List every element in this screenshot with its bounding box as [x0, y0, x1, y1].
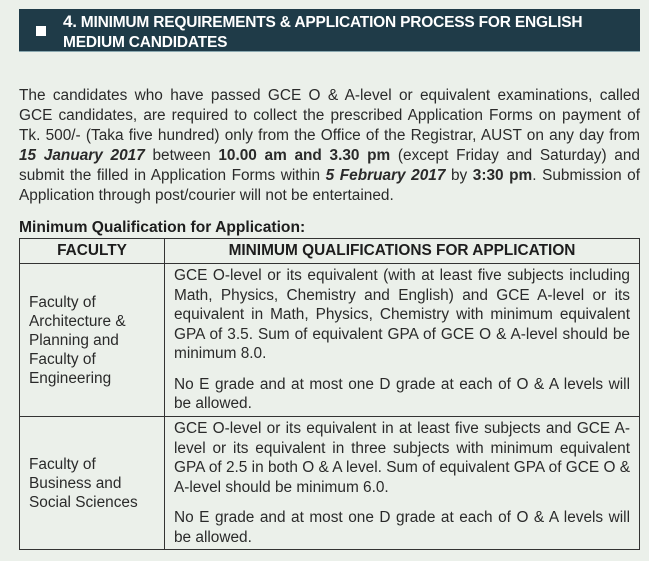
faculty-line: Faculty of [29, 293, 96, 311]
qualification-table: FACULTY MINIMUM QUALIFICATIONS FOR APPLI… [19, 238, 640, 550]
requirement-text: GCE O-level or its equivalent in at leas… [174, 420, 630, 496]
qualification-subheading: Minimum Qualification for Application: [19, 219, 306, 236]
section-header: 4. MINIMUM REQUIREMENTS & APPLICATION PRO… [19, 9, 640, 52]
faculty-line: Faculty of [29, 350, 96, 368]
time-range: 10.00 am and 3.30 pm [218, 147, 391, 164]
qualification-column-header: MINIMUM QUALIFICATIONS FOR APPLICATION [164, 238, 640, 264]
requirement-text: GCE O-level or its equivalent (with at l… [174, 267, 630, 363]
intro-text: by [445, 167, 473, 184]
section-title: 4. MINIMUM REQUIREMENTS & APPLICATION PRO… [63, 12, 632, 53]
grade-note: No E grade and at most one D grade at ea… [174, 509, 630, 546]
section-number: 4. [63, 12, 77, 31]
section-title-text: MINIMUM REQUIREMENTS & APPLICATION PROCE… [63, 14, 583, 51]
table-row: Faculty of Architecture & Planning and F… [19, 263, 640, 417]
faculty-line: Planning and [29, 331, 119, 349]
intro-text: between [144, 147, 219, 164]
intro-text: The candidates who have passed GCE O & A… [19, 87, 640, 144]
table-row: Faculty of Business and Social Sciences … [19, 416, 640, 550]
start-date: 15 January 2017 [19, 147, 145, 164]
faculty-line: Architecture & [29, 312, 126, 330]
qualification-cell: GCE O-level or its equivalent in at leas… [164, 416, 640, 550]
faculty-cell: Faculty of Business and Social Sciences [19, 416, 165, 550]
intro-paragraph: The candidates who have passed GCE O & A… [19, 86, 640, 206]
table-header-row: FACULTY MINIMUM QUALIFICATIONS FOR APPLI… [19, 238, 640, 264]
qualification-cell: GCE O-level or its equivalent (with at l… [164, 263, 640, 417]
grade-note: No E grade and at most one D grade at ea… [174, 375, 630, 413]
faculty-line: Business and [29, 474, 122, 492]
faculty-line: Engineering [29, 369, 112, 387]
faculty-cell: Faculty of Architecture & Planning and F… [19, 263, 165, 417]
faculty-column-header: FACULTY [19, 238, 165, 264]
faculty-line: Faculty of [29, 455, 96, 473]
end-date: 5 February 2017 [325, 167, 446, 184]
square-bullet-icon [36, 26, 46, 36]
end-time: 3:30 pm [472, 167, 533, 184]
faculty-line: Social Sciences [29, 493, 138, 511]
